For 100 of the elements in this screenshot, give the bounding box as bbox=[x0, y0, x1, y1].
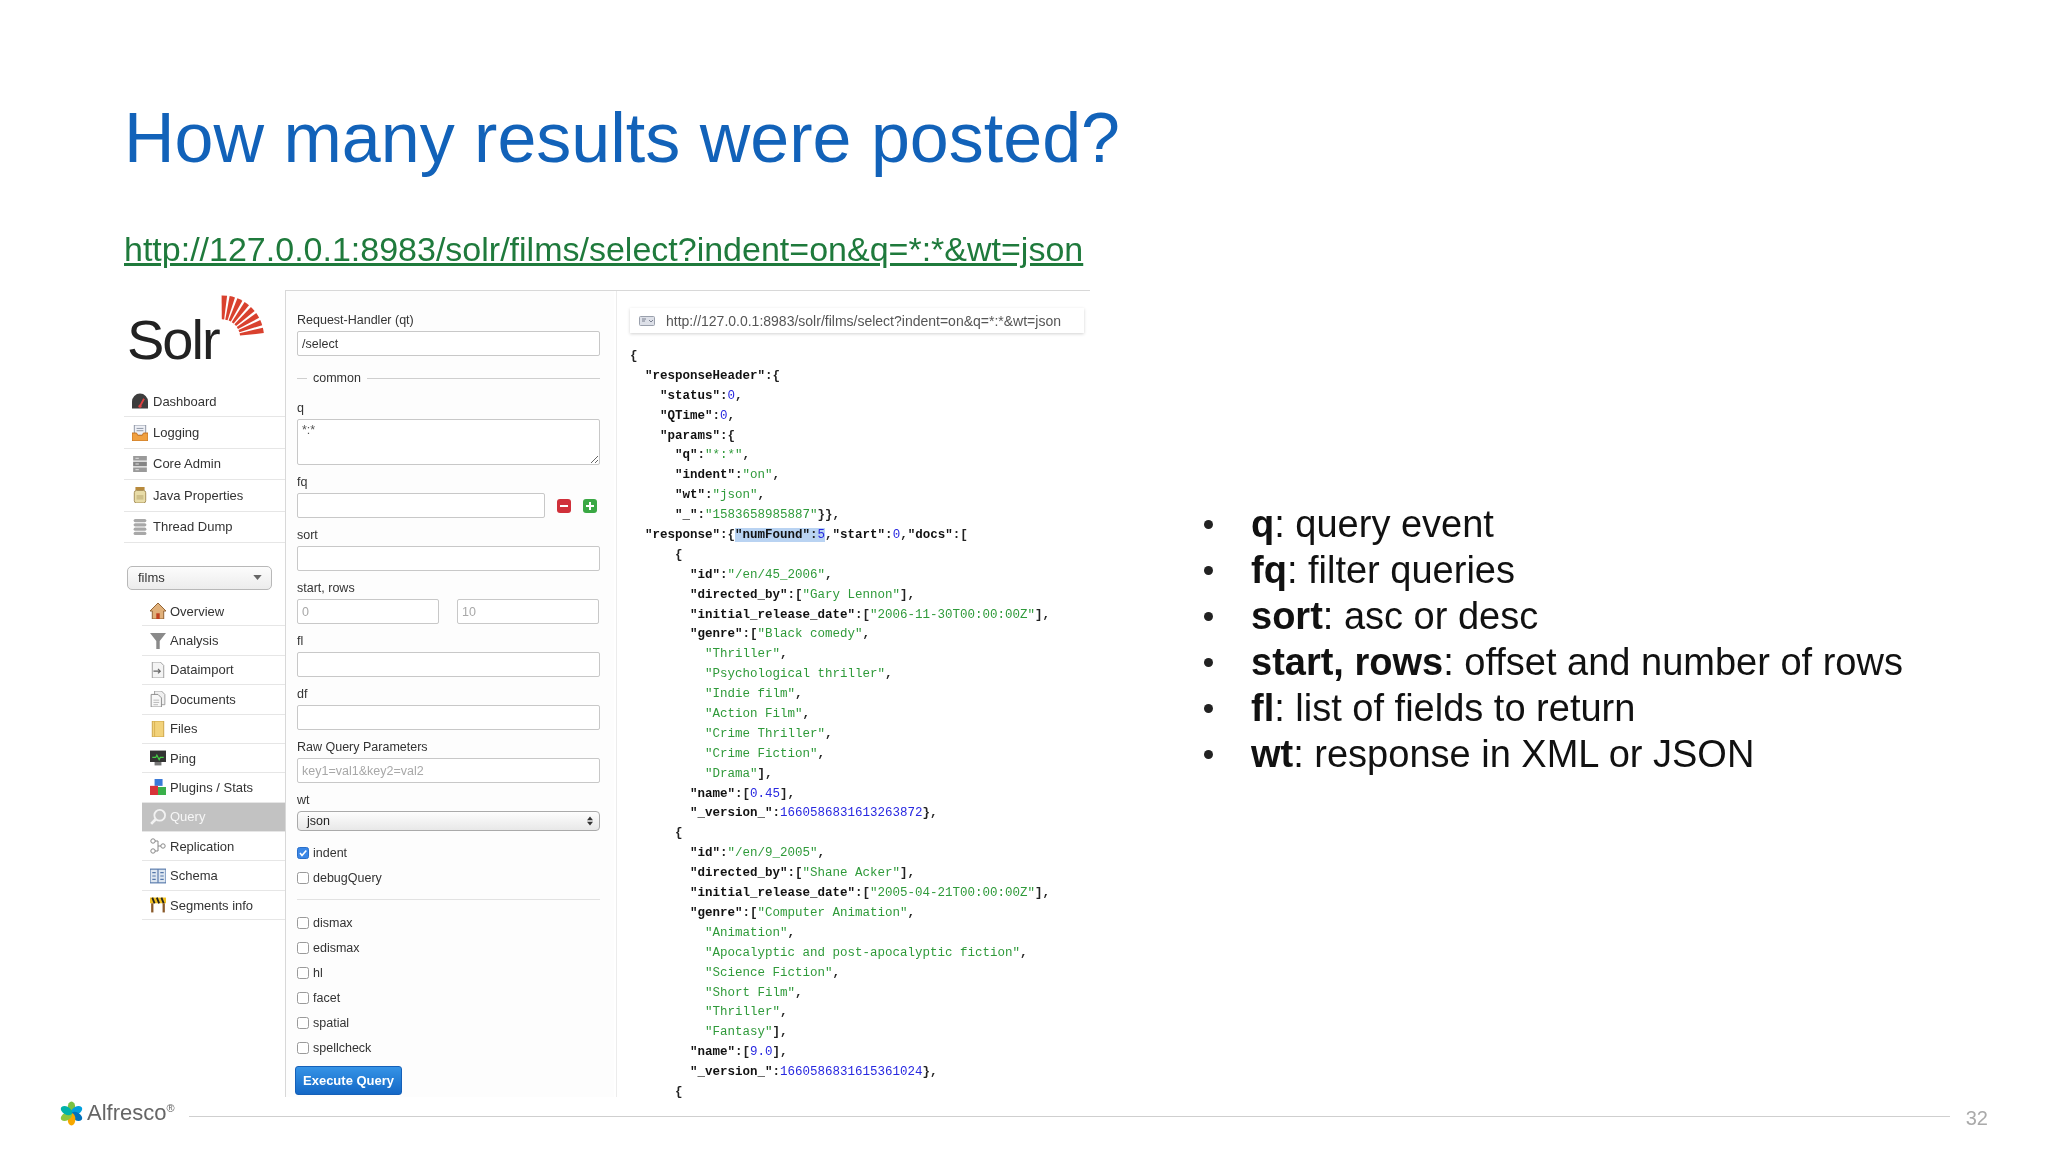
section-legend: common bbox=[307, 370, 367, 386]
code-line: "initial_release_date":["2006-11-30T00:00:00Z"], bbox=[689, 606, 1051, 624]
field-label: sort bbox=[297, 527, 318, 543]
gauge-icon bbox=[132, 393, 148, 410]
sidebar-item[interactable]: Java Properties bbox=[124, 480, 285, 512]
page-icon bbox=[639, 315, 655, 326]
bullet-text: fl: list of fields to return bbox=[1251, 686, 1636, 731]
execute-button[interactable]: Execute Query bbox=[295, 1066, 403, 1095]
bullet-text: sort: asc or desc bbox=[1251, 594, 1539, 639]
text-field[interactable] bbox=[297, 546, 600, 571]
text-field[interactable]: key1=val1&key2=val2 bbox=[297, 758, 600, 783]
code-line: "Fantasy"], bbox=[704, 1024, 788, 1042]
bullet-icon bbox=[1204, 611, 1213, 621]
checkbox[interactable] bbox=[297, 991, 309, 1004]
logo-text: Solr bbox=[127, 312, 219, 368]
field-label: fq bbox=[297, 474, 308, 490]
search-icon bbox=[150, 808, 166, 825]
sidebar-item[interactable]: Ping bbox=[142, 743, 285, 774]
text-field[interactable] bbox=[297, 705, 600, 730]
code-line: "Animation", bbox=[704, 924, 796, 942]
page-number: 32 bbox=[1965, 1106, 1988, 1130]
text-field[interactable]: 0 bbox=[297, 599, 439, 624]
checkbox-label: edismax bbox=[313, 940, 360, 955]
sidebar-item[interactable]: Logging bbox=[124, 417, 285, 449]
code-line: "responseHeader":{ bbox=[644, 367, 781, 385]
code-line: "Apocalyptic and post-apocalyptic fiction", bbox=[704, 944, 1028, 962]
checkbox[interactable] bbox=[297, 916, 309, 929]
code-line: "name":[0.45], bbox=[689, 785, 796, 803]
sidebar-item[interactable]: Dataimport bbox=[142, 655, 285, 686]
code-line: "Indie film", bbox=[704, 686, 803, 704]
checkbox[interactable] bbox=[297, 871, 309, 884]
slide-title: How many results were posted? bbox=[124, 98, 1120, 178]
caret-icon bbox=[253, 575, 262, 581]
code-line: "id":"/en/9_2005", bbox=[689, 845, 826, 863]
sidebar-item[interactable]: Documents bbox=[142, 685, 285, 715]
code-line: "Science Fiction", bbox=[704, 964, 841, 982]
bullet-icon bbox=[1204, 519, 1213, 529]
checkbox[interactable] bbox=[297, 941, 309, 954]
code-line: "directed_by":["Gary Lennon"], bbox=[689, 586, 916, 604]
dropdown-field[interactable]: json bbox=[297, 811, 600, 831]
text-field[interactable] bbox=[297, 493, 545, 518]
sidebar-item[interactable]: Core Admin bbox=[124, 448, 285, 481]
book-icon bbox=[150, 867, 166, 884]
code-line: "Thriller", bbox=[704, 1004, 788, 1022]
text-field[interactable]: /select bbox=[297, 331, 600, 356]
barrier-icon bbox=[150, 897, 166, 914]
checkbox-label: hl bbox=[313, 965, 323, 980]
documents-icon bbox=[150, 691, 166, 708]
bullet-text: start, rows: offset and number of rows bbox=[1251, 640, 1903, 685]
sidebar-item[interactable]: Dashboard bbox=[124, 386, 285, 418]
sidebar-item[interactable]: Overview bbox=[142, 596, 285, 627]
code-line: "Psychological thriller", bbox=[704, 666, 893, 684]
sidebar-item[interactable]: Files bbox=[142, 714, 285, 744]
code-line: "initial_release_date":["2005-04-21T00:00:00Z"], bbox=[689, 885, 1051, 903]
checkbox[interactable] bbox=[297, 966, 309, 979]
code-line: "genre":["Computer Animation", bbox=[689, 904, 916, 922]
text-field[interactable] bbox=[297, 652, 600, 677]
checkbox-label: spellcheck bbox=[313, 1040, 372, 1055]
code-line: "Drama"], bbox=[704, 765, 773, 783]
sidebar-item[interactable]: Schema bbox=[142, 861, 285, 891]
funnel-icon bbox=[150, 632, 166, 649]
field-label: q bbox=[297, 400, 304, 416]
checkbox-label: indent bbox=[313, 845, 348, 860]
sidebar-item[interactable]: Thread Dump bbox=[124, 511, 285, 543]
checkbox[interactable] bbox=[297, 1041, 309, 1054]
code-line: "directed_by":["Shane Acker"], bbox=[689, 865, 916, 883]
bullet-icon bbox=[1204, 749, 1213, 759]
stack-icon bbox=[132, 518, 148, 535]
plus-icon[interactable] bbox=[583, 498, 597, 513]
field-label: df bbox=[297, 686, 308, 702]
document-arrow-icon bbox=[150, 661, 166, 678]
checkbox-label: facet bbox=[313, 990, 341, 1005]
checkbox-label: dismax bbox=[313, 915, 353, 930]
checkbox[interactable] bbox=[297, 1016, 309, 1029]
code-line: "_version_":1660586831615361024}, bbox=[689, 1064, 938, 1082]
code-line: "params":{ bbox=[659, 427, 736, 445]
checkbox-label: debugQuery bbox=[313, 870, 382, 885]
text-field[interactable]: 10 bbox=[457, 599, 599, 624]
code-line: "name":[9.0], bbox=[689, 1044, 788, 1062]
code-line: "genre":["Black comedy", bbox=[689, 626, 871, 644]
minus-icon[interactable] bbox=[557, 498, 571, 513]
code-line: "wt":"json", bbox=[674, 487, 766, 505]
code-line: "QTime":0, bbox=[659, 407, 736, 425]
code-line: "response":{"numFound":5,"start":0,"docs":[ bbox=[644, 527, 968, 545]
code-line: { bbox=[674, 546, 683, 564]
code-line: "_version_":1660586831613263872}, bbox=[689, 805, 938, 823]
url-link[interactable]: http://127.0.0.1:8983/solr/films/select?indent=on&q=*:*&wt=json bbox=[666, 312, 1061, 329]
sidebar-item[interactable]: Plugins / Stats bbox=[142, 773, 285, 803]
code-line: "id":"/en/45_2006", bbox=[689, 566, 833, 584]
blocks-icon bbox=[150, 779, 166, 796]
core-dropdown[interactable]: films bbox=[127, 565, 272, 590]
server-icon bbox=[132, 455, 148, 472]
bullet-text: q: query event bbox=[1251, 502, 1494, 547]
bullet-icon bbox=[1204, 703, 1213, 713]
code-line: "Crime Fiction", bbox=[704, 745, 826, 763]
updown-icon bbox=[587, 816, 593, 826]
checkbox[interactable] bbox=[297, 846, 309, 859]
url-link[interactable]: http://127.0.0.1:8983/solr/films/select?indent=on&q=*:*&wt=json bbox=[124, 229, 1084, 269]
code-line: { bbox=[674, 825, 683, 843]
textarea-field[interactable]: *:* bbox=[297, 419, 600, 465]
